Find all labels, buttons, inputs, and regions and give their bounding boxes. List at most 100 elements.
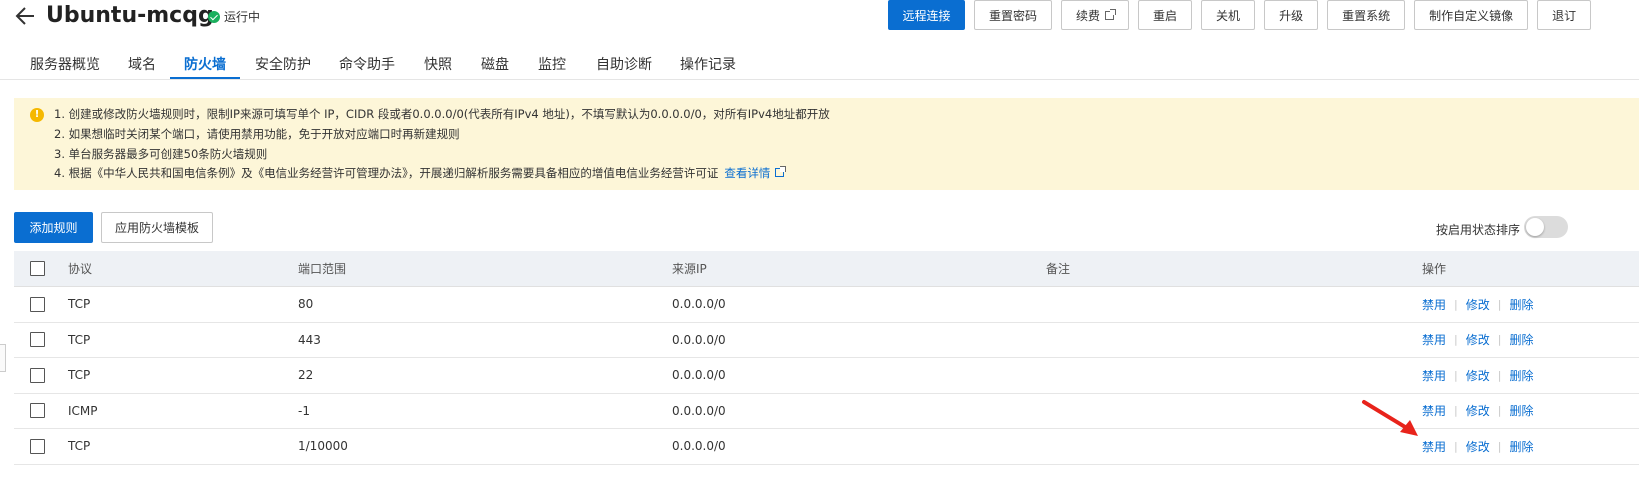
row-checkbox[interactable]	[30, 367, 45, 383]
row-checkbox[interactable]	[30, 403, 45, 419]
delete-link[interactable]: 删除	[1509, 296, 1533, 313]
back-arrow-icon[interactable]	[14, 2, 38, 30]
row-checkbox[interactable]	[30, 332, 45, 348]
tab-security[interactable]: 安全防护	[255, 54, 311, 74]
red-arrow-annotation-icon	[1362, 400, 1418, 436]
cell-source: 0.0.0.0/0	[672, 403, 726, 418]
table-row: TCP 443 0.0.0.0/0 禁用 | 修改 | 删除	[14, 322, 1639, 358]
cell-port: 443	[298, 332, 321, 347]
row-ops: 禁用 | 修改 | 删除	[1422, 287, 1533, 322]
shutdown-button[interactable]: 关机	[1201, 0, 1256, 30]
unsubscribe-button[interactable]: 退订	[1537, 0, 1592, 30]
notice-box: ! 1. 创建或修改防火墙规则时，限制IP来源可填写单个 IP，CIDR 段或者…	[14, 98, 1639, 190]
external-link-icon	[775, 166, 787, 177]
tab-snapshot[interactable]: 快照	[424, 54, 452, 74]
delete-link[interactable]: 删除	[1509, 438, 1533, 455]
ops-separator: |	[1454, 333, 1458, 347]
tab-domain[interactable]: 域名	[128, 54, 156, 74]
cell-protocol: TCP	[68, 297, 91, 312]
ops-separator: |	[1497, 333, 1502, 347]
toggle-knob	[1526, 218, 1544, 236]
table-header: 协议 端口范围 来源IP 备注 操作	[14, 251, 1639, 287]
disable-link[interactable]: 禁用	[1422, 438, 1446, 455]
header-actions: 远程连接 重置密码 续费 重启 关机 升级 重置系统 制作自定义镜像 退订	[888, 0, 1592, 30]
status-badge: 运行中	[208, 8, 260, 25]
restart-button[interactable]: 重启	[1138, 0, 1193, 30]
cell-protocol: TCP	[68, 332, 91, 347]
disable-link[interactable]: 禁用	[1422, 296, 1446, 313]
notice-line-3: 3. 单台服务器最多可创建50条防火墙规则	[54, 147, 268, 161]
row-checkbox[interactable]	[30, 438, 45, 454]
warning-icon: !	[30, 108, 44, 122]
view-details-link[interactable]: 查看详情	[724, 166, 787, 180]
edit-link[interactable]: 修改	[1466, 367, 1490, 384]
add-rule-button[interactable]: 添加规则	[14, 212, 93, 243]
cell-port: 80	[298, 297, 314, 312]
ops-separator: |	[1497, 439, 1502, 453]
cell-source: 0.0.0.0/0	[672, 332, 726, 347]
header-port: 端口范围	[298, 262, 347, 276]
header-protocol: 协议	[68, 262, 93, 276]
ops-separator: |	[1454, 439, 1458, 453]
edit-link[interactable]: 修改	[1466, 296, 1490, 313]
notice-line-2: 2. 如果想临时关闭某个端口，请使用禁用功能，免于开放对应端口时再新建规则	[54, 127, 460, 141]
header-ops: 操作	[1422, 262, 1447, 276]
remote-connect-button[interactable]: 远程连接	[888, 0, 965, 30]
page-header: Ubuntu-mcqg 运行中 远程连接 重置密码 续费 重启 关机 升级 重置系统 制作自定…	[0, 0, 1639, 40]
tab-self-diagnosis[interactable]: 自助诊断	[596, 54, 652, 74]
header-remark: 备注	[1046, 262, 1071, 276]
cell-protocol: TCP	[68, 368, 91, 383]
cell-protocol: TCP	[68, 439, 91, 454]
upgrade-button[interactable]: 升级	[1264, 0, 1319, 30]
tab-disk[interactable]: 磁盘	[481, 54, 509, 74]
notice-line-1: 1. 创建或修改防火墙规则时，限制IP来源可填写单个 IP，CIDR 段或者0.…	[54, 107, 830, 121]
cell-source: 0.0.0.0/0	[672, 368, 726, 383]
edit-link[interactable]: 修改	[1466, 438, 1490, 455]
cell-source: 0.0.0.0/0	[672, 297, 726, 312]
reset-password-button[interactable]: 重置密码	[974, 0, 1053, 30]
row-ops: 禁用 | 修改 | 删除	[1422, 323, 1533, 358]
active-tab-indicator	[170, 77, 240, 79]
row-ops: 禁用 | 修改 | 删除	[1422, 394, 1533, 429]
select-all-checkbox[interactable]	[30, 261, 45, 276]
tab-firewall[interactable]: 防火墙	[184, 54, 226, 74]
ops-separator: |	[1454, 404, 1458, 418]
tab-command-assistant[interactable]: 命令助手	[339, 54, 395, 74]
cell-protocol: ICMP	[68, 403, 98, 418]
external-link-icon	[1105, 8, 1117, 20]
disable-link[interactable]: 禁用	[1422, 331, 1446, 348]
create-image-button[interactable]: 制作自定义镜像	[1414, 0, 1529, 30]
renew-button[interactable]: 续费	[1061, 0, 1130, 30]
ops-separator: |	[1454, 297, 1458, 311]
ops-separator: |	[1497, 297, 1502, 311]
cell-port: -1	[298, 403, 310, 418]
side-panel-handle[interactable]	[0, 344, 6, 372]
row-ops: 禁用 | 修改 | 删除	[1422, 429, 1533, 464]
table-row: TCP 80 0.0.0.0/0 禁用 | 修改 | 删除	[14, 287, 1639, 323]
edit-link[interactable]: 修改	[1466, 331, 1490, 348]
header-source: 来源IP	[672, 262, 707, 276]
check-circle-icon	[208, 10, 220, 23]
reset-system-button[interactable]: 重置系统	[1327, 0, 1406, 30]
sort-by-status-label: 按启用状态排序	[1436, 223, 1521, 237]
server-name: Ubuntu-mcqg	[46, 3, 214, 28]
disable-link[interactable]: 禁用	[1422, 367, 1446, 384]
cell-port: 22	[298, 368, 314, 383]
tab-operation-log[interactable]: 操作记录	[680, 54, 736, 74]
delete-link[interactable]: 删除	[1509, 402, 1533, 419]
sort-by-status-toggle[interactable]	[1524, 216, 1568, 238]
edit-link[interactable]: 修改	[1466, 402, 1490, 419]
apply-template-button[interactable]: 应用防火墙模板	[101, 212, 213, 243]
row-ops: 禁用 | 修改 | 删除	[1422, 358, 1533, 393]
ops-separator: |	[1454, 368, 1458, 382]
row-checkbox[interactable]	[30, 296, 45, 312]
tab-bar: 服务器概览 域名 防火墙 安全防护 命令助手 快照 磁盘 监控 自助诊断 操作记录	[0, 46, 1639, 80]
ops-separator: |	[1497, 404, 1502, 418]
tab-overview[interactable]: 服务器概览	[30, 54, 100, 74]
delete-link[interactable]: 删除	[1509, 331, 1533, 348]
status-text: 运行中	[224, 10, 261, 24]
notice-line-4: 4. 根据《中华人民共和国电信条例》及《电信业务经营许可管理办法》，开展递归解析…	[54, 165, 787, 181]
delete-link[interactable]: 删除	[1509, 367, 1533, 384]
tab-monitor[interactable]: 监控	[538, 54, 566, 74]
disable-link[interactable]: 禁用	[1422, 402, 1446, 419]
